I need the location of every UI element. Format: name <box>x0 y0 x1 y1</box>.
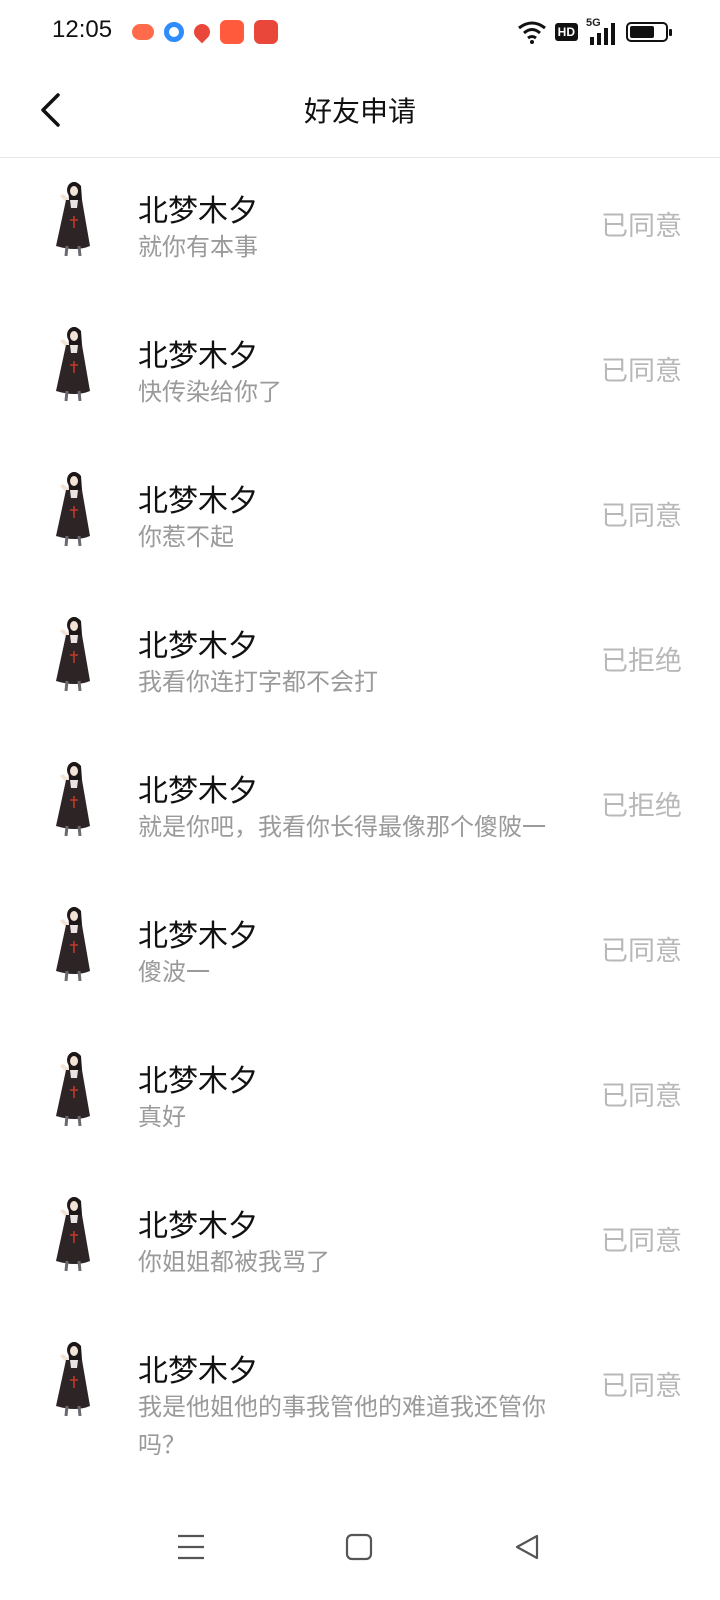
page-title: 好友申请 <box>303 95 416 128</box>
friend-request-item[interactable]: 北梦木夕 真好 已同意 <box>0 1028 720 1173</box>
request-status: 已同意 <box>601 211 682 242</box>
requester-name: 北梦木夕 <box>138 484 258 519</box>
request-message: 就你有本事 <box>138 233 258 261</box>
request-message: 你姐姐都被我骂了 <box>138 1248 330 1276</box>
request-status: 已拒绝 <box>601 646 682 677</box>
status-bar: 12:05 HD 5G <box>0 0 720 64</box>
requester-name: 北梦木夕 <box>138 1209 258 1244</box>
video-app-icon <box>220 20 244 44</box>
network-type-label: 5G <box>586 17 601 29</box>
avatar[interactable] <box>30 609 116 695</box>
friend-request-item[interactable]: 北梦木夕 我看你连打字都不会打 已拒绝 <box>0 593 720 738</box>
home-square-icon <box>345 1533 373 1561</box>
requester-name: 北梦木夕 <box>138 339 258 374</box>
request-message: 就是你吧，我看你长得最像那个傻陂一 <box>138 813 546 841</box>
request-status: 已同意 <box>601 356 682 387</box>
request-status: 已拒绝 <box>601 791 682 822</box>
request-message: 快传染给你了 <box>138 378 282 406</box>
friend-request-item[interactable]: 北梦木夕 我是他姐他的事我管他的难道我还管你吗？ 已同意 <box>0 1318 720 1463</box>
friend-request-item[interactable]: 北梦木夕 就是你吧，我看你长得最像那个傻陂一 已拒绝 <box>0 738 720 883</box>
avatar[interactable] <box>30 1044 116 1130</box>
requester-name: 北梦木夕 <box>138 1354 258 1389</box>
status-indicators: HD 5G <box>517 17 672 46</box>
request-status: 已同意 <box>601 501 682 532</box>
friend-request-item[interactable]: 北梦木夕 你惹不起 已同意 <box>0 448 720 593</box>
request-status: 已同意 <box>601 1371 682 1402</box>
header: 好友申请 <box>0 64 720 158</box>
game-app-icon <box>132 24 154 40</box>
home-button[interactable] <box>334 1522 384 1572</box>
map-pin-app-icon <box>190 20 214 44</box>
friend-request-list: 北梦木夕 就你有本事 已同意 北梦木夕 快传染给你了 已同意 北梦木夕 你惹不起… <box>0 158 720 1463</box>
friend-request-item[interactable]: 北梦木夕 快传染给你了 已同意 <box>0 303 720 448</box>
avatar[interactable] <box>30 319 116 405</box>
request-status: 已同意 <box>601 1226 682 1257</box>
request-status: 已同意 <box>601 936 682 967</box>
browser-app-icon <box>164 22 184 42</box>
request-message: 傻波一 <box>138 958 210 986</box>
requester-name: 北梦木夕 <box>138 774 258 809</box>
menu-icon <box>178 1534 204 1560</box>
system-navigation-bar <box>0 1494 720 1600</box>
avatar[interactable] <box>30 464 116 550</box>
wifi-icon <box>517 21 546 44</box>
request-message: 我看你连打字都不会打 <box>138 668 378 696</box>
friend-request-item[interactable]: 北梦木夕 你姐姐都被我骂了 已同意 <box>0 1173 720 1318</box>
avatar[interactable] <box>30 1189 116 1275</box>
friend-request-item[interactable]: 北梦木夕 傻波一 已同意 <box>0 883 720 1028</box>
requester-name: 北梦木夕 <box>138 194 258 229</box>
request-message: 真好 <box>138 1103 186 1131</box>
status-time: 12:05 <box>52 16 113 43</box>
avatar[interactable] <box>30 1334 116 1420</box>
request-message: 我是他姐他的事我管他的难道我还管你吗？ <box>138 1393 546 1459</box>
signal-icon: 5G <box>586 17 618 45</box>
avatar[interactable] <box>30 754 116 840</box>
back-triangle-icon <box>515 1534 539 1560</box>
battery-icon <box>626 22 672 42</box>
request-message: 你惹不起 <box>138 523 234 551</box>
request-status: 已同意 <box>601 1081 682 1112</box>
status-app-icons <box>132 18 278 46</box>
avatar[interactable] <box>30 174 116 260</box>
friend-request-item[interactable]: 北梦木夕 就你有本事 已同意 <box>0 158 720 303</box>
requester-name: 北梦木夕 <box>138 1064 258 1099</box>
listen-app-icon <box>254 20 278 44</box>
avatar[interactable] <box>30 899 116 985</box>
hd-badge: HD <box>554 23 578 41</box>
requester-name: 北梦木夕 <box>138 629 258 664</box>
menu-button[interactable] <box>166 1522 216 1572</box>
back-nav-button[interactable] <box>502 1522 552 1572</box>
requester-name: 北梦木夕 <box>138 919 258 954</box>
